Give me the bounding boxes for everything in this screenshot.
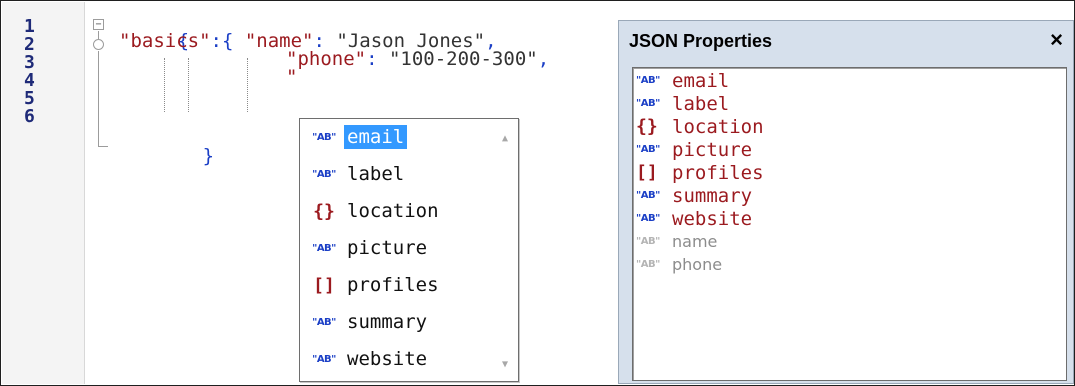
close-icon[interactable]: × [1050, 27, 1063, 53]
property-label: label [672, 92, 730, 115]
property-item-picture[interactable]: "AB" picture [636, 138, 752, 161]
properties-list[interactable]: "AB" email "AB" label {} location "AB" p… [632, 67, 1067, 381]
autocomplete-item-label: profiles [347, 274, 439, 296]
autocomplete-scrollbar[interactable]: ▲ ▼ [496, 119, 518, 381]
punctuation: , [537, 48, 550, 70]
property-item-location[interactable]: {} location [636, 115, 764, 138]
array-icon: [] [313, 274, 335, 296]
scroll-up-icon[interactable]: ▲ [502, 133, 508, 144]
string-icon: "AB" [636, 259, 660, 270]
property-item-website[interactable]: "AB" website [636, 207, 752, 230]
property-label: website [672, 207, 753, 230]
fold-collapse-icon[interactable]: − [93, 19, 104, 30]
property-label: phone [672, 255, 723, 274]
text-cursor-quote: " [286, 66, 298, 88]
property-item-phone[interactable]: "AB" phone [636, 253, 722, 276]
code-line-6: } [134, 129, 214, 183]
fold-end-line [98, 146, 108, 147]
string-icon: "AB" [636, 75, 660, 86]
property-label: name [672, 232, 718, 251]
json-key: "basics" [119, 30, 211, 52]
property-item-email[interactable]: "AB" email [636, 69, 729, 92]
string-icon: "AB" [312, 353, 336, 365]
array-icon: [] [636, 162, 658, 183]
editor-window: 1 2 3 4 5 6 − { "basics":{ "name": "Jaso… [0, 0, 1075, 386]
json-properties-panel: JSON Properties × "AB" email "AB" label … [618, 20, 1074, 384]
code-line-4: " [286, 66, 298, 88]
fold-guide-line [98, 31, 99, 39]
property-item-name[interactable]: "AB" name [636, 230, 717, 253]
line-number-gutter: 1 2 3 4 5 6 [2, 2, 85, 384]
scroll-down-icon[interactable]: ▼ [502, 359, 508, 370]
string-icon: "AB" [636, 213, 660, 224]
property-label: picture [672, 138, 753, 161]
property-label: email [672, 69, 730, 92]
fold-guide-line [98, 51, 99, 146]
autocomplete-item-picture[interactable]: "AB" picture [304, 231, 494, 265]
property-item-summary[interactable]: "AB" summary [636, 184, 752, 207]
fold-marker-icon[interactable] [93, 39, 104, 50]
autocomplete-item-label-prop[interactable]: "AB" label [304, 157, 494, 191]
indent-guide [247, 58, 248, 112]
object-icon: {} [636, 116, 658, 137]
punctuation: : [366, 48, 378, 70]
string-icon: "AB" [636, 236, 660, 247]
string-icon: "AB" [312, 242, 336, 254]
json-string-value: "100-200-300" [388, 48, 538, 70]
autocomplete-item-label: summary [347, 311, 428, 333]
punctuation: :{ [210, 30, 234, 52]
property-label: profiles [672, 161, 764, 184]
property-label: location [672, 115, 764, 138]
panel-title: JSON Properties [629, 31, 773, 51]
autocomplete-item-label: location [347, 200, 439, 222]
property-label: summary [672, 184, 753, 207]
autocomplete-item-location[interactable]: {} location [304, 194, 494, 228]
string-icon: "AB" [312, 131, 336, 143]
autocomplete-item-website[interactable]: "AB" website [304, 342, 494, 376]
autocomplete-item-profiles[interactable]: [] profiles [304, 268, 494, 302]
close-brace: } [202, 145, 215, 167]
autocomplete-item-email[interactable]: "AB" email [304, 120, 494, 154]
property-item-profiles[interactable]: [] profiles [636, 161, 764, 184]
autocomplete-popup[interactable]: "AB" email "AB" label {} location "AB" p… [299, 118, 519, 382]
autocomplete-item-label: website [347, 348, 428, 370]
string-icon: "AB" [636, 144, 660, 155]
autocomplete-item-label: email [344, 125, 408, 149]
string-icon: "AB" [312, 168, 336, 180]
string-icon: "AB" [636, 190, 660, 201]
line-number: 6 [24, 106, 35, 127]
string-icon: "AB" [636, 98, 660, 109]
string-icon: "AB" [312, 316, 336, 328]
autocomplete-item-label: label [347, 163, 405, 185]
object-icon: {} [313, 200, 335, 222]
property-item-label[interactable]: "AB" label [636, 92, 729, 115]
autocomplete-item-summary[interactable]: "AB" summary [304, 305, 494, 339]
autocomplete-item-label: picture [347, 237, 428, 259]
json-key: "phone" [286, 48, 367, 70]
code-line-3: "phone": "100-200-300", [286, 48, 550, 70]
